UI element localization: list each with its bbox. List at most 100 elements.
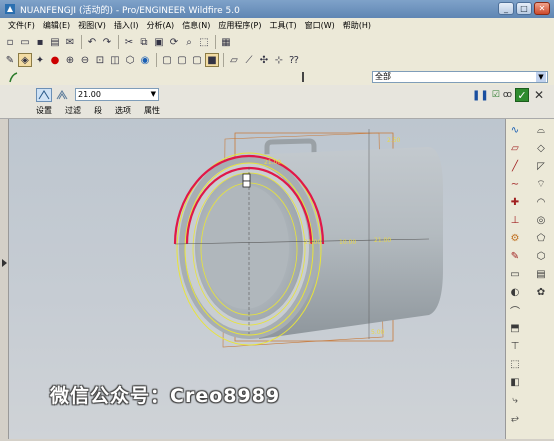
tab-properties[interactable]: 属性 [144,105,160,116]
minimize-button[interactable]: _ [498,2,514,15]
datum-curve-icon[interactable]: ∼ [508,177,522,191]
sketched-datum-icon[interactable]: ✎ [508,249,522,263]
analysis-icon[interactable]: ⚙ [508,231,522,245]
appearance-icon[interactable]: ● [48,53,62,67]
open-icon[interactable]: ▭ [18,35,32,49]
hidden-line-icon[interactable]: ▢ [175,53,189,67]
menu-view[interactable]: 视图(V) [74,20,110,31]
tab-options[interactable]: 选项 [115,105,131,116]
repaint-icon[interactable]: ◫ [108,53,122,67]
round-icon[interactable]: ⌓ [534,123,548,137]
blend-icon[interactable]: ⬠ [534,231,548,245]
pattern-icon[interactable]: ⤷ [508,393,522,407]
menu-insert[interactable]: 插入(I) [110,20,143,31]
pause-icon[interactable]: ❚❚ [472,90,489,101]
offset-icon[interactable]: ⬚ [508,357,522,371]
dimension-label[interactable]: 21.00 [374,237,391,244]
menu-edit[interactable]: 编辑(E) [39,20,74,31]
ok-button[interactable]: ✓ [515,88,529,102]
dimension-label[interactable]: 2.50 [387,137,400,144]
swept-blend-icon[interactable]: ⬡ [534,249,548,263]
expand-arrow-icon[interactable] [2,259,7,267]
menu-file[interactable]: 文件(F) [4,20,39,31]
model-tree-splitter[interactable] [0,119,9,439]
dashboard-tabs: 设置 过滤 段 选项 属性 [36,105,173,116]
menu-info[interactable]: 信息(N) [178,20,214,31]
mirror-icon[interactable]: ⥂ [508,411,522,425]
offset-value-input[interactable]: 21.00 ▼ [75,88,159,101]
select-box-icon[interactable]: ⬚ [197,35,211,49]
redo-icon[interactable]: ↷ [100,35,114,49]
menu-help[interactable]: 帮助(H) [339,20,375,31]
close-button[interactable]: ✕ [534,2,550,15]
windows-icon[interactable]: ▦ [219,35,233,49]
spin-center-icon[interactable]: ⬡ [123,53,137,67]
smart-select-icon[interactable] [8,71,18,83]
dimension-label[interactable]: 5.00 [371,329,384,336]
view-icon[interactable]: ◉ [138,53,152,67]
rib-icon[interactable]: ◠ [534,195,548,209]
new-icon[interactable]: ▫ [3,35,17,49]
offset-mode-icon[interactable] [54,88,70,102]
tab-filter[interactable]: 过滤 [65,105,81,116]
shading-icon[interactable]: ■ [205,53,219,67]
datum-point-icon[interactable]: ✚ [508,195,522,209]
menu-applications[interactable]: 应用程序(P) [214,20,265,31]
menu-bar: 文件(F) 编辑(E) 视图(V) 插入(I) 分析(A) 信息(N) 应用程序… [0,18,554,33]
datum-point-icon[interactable]: ✣ [257,53,271,67]
sweep-icon[interactable]: ⌒ [508,303,522,318]
zoom-in-icon[interactable]: ⊕ [63,53,77,67]
refit-icon[interactable]: ⊡ [93,53,107,67]
hole-icon[interactable]: ◎ [534,213,548,227]
cut-icon[interactable]: ✂ [122,35,136,49]
chamfer-icon[interactable]: ◇ [534,141,548,155]
undo-icon[interactable]: ↶ [85,35,99,49]
sketch-icon[interactable]: ∿ [508,123,522,137]
cancel-button[interactable]: ✕ [532,88,546,102]
csys-icon[interactable]: ⊥ [508,213,522,227]
datum-axis-icon[interactable]: ╱ [508,159,522,173]
dimension-label[interactable]: 10.00 [339,239,356,246]
datum-plane-icon[interactable]: ▱ [508,141,522,155]
copy-icon[interactable]: ⧉ [137,35,151,49]
datum-plane-icon[interactable]: ▱ [227,53,241,67]
no-hidden-icon[interactable]: ▢ [190,53,204,67]
orient-icon[interactable]: ✦ [33,53,47,67]
draft-icon[interactable]: ◸ [534,159,548,173]
dimension-label[interactable]: 21.00 [304,239,321,246]
regenerate-icon[interactable]: ⟳ [167,35,181,49]
glasses-preview-icon[interactable]: ꝏ [503,90,512,100]
toolbar-separator [156,53,157,67]
email-icon[interactable]: ✉ [63,35,77,49]
menu-window[interactable]: 窗口(W) [301,20,339,31]
print-icon[interactable]: ▤ [48,35,62,49]
csys-icon[interactable]: ⊹ [272,53,286,67]
revolve-icon[interactable]: ◐ [508,285,522,299]
save-icon[interactable]: ▪ [33,35,47,49]
find-icon[interactable]: ⌕ [182,35,196,49]
wireframe-icon[interactable]: ▢ [160,53,174,67]
trim-icon[interactable]: ⊤ [508,339,522,353]
help-icon[interactable]: ⁇ [287,53,301,67]
datum-axis-icon[interactable]: ⟋ [242,53,256,67]
boundary-icon[interactable]: ▤ [534,267,548,281]
dimension-label[interactable]: 21.00 [264,159,281,166]
selection-filter-select[interactable]: 全部 ▼ [372,71,548,83]
menu-tools[interactable]: 工具(T) [266,20,301,31]
thicken-icon[interactable]: ⬒ [508,321,522,335]
style-icon[interactable]: ✿ [534,285,548,299]
zoom-out-icon[interactable]: ⊖ [78,53,92,67]
sketch-tool-icon[interactable]: ✎ [3,53,17,67]
thicken-mode-icon[interactable] [36,88,52,102]
shell-icon[interactable]: ⌔ [534,177,548,191]
display-style-icon[interactable]: ◈ [18,53,32,67]
tab-segment[interactable]: 段 [94,105,102,116]
tab-placement[interactable]: 设置 [36,105,52,116]
maximize-button[interactable]: □ [516,2,532,15]
check-preview-icon[interactable]: ☑ [492,90,500,100]
tree-toggle-icon[interactable] [300,72,306,82]
menu-analysis[interactable]: 分析(A) [142,20,178,31]
merge-icon[interactable]: ◧ [508,375,522,389]
paste-icon[interactable]: ▣ [152,35,166,49]
extrude-icon[interactable]: ▭ [508,267,522,281]
